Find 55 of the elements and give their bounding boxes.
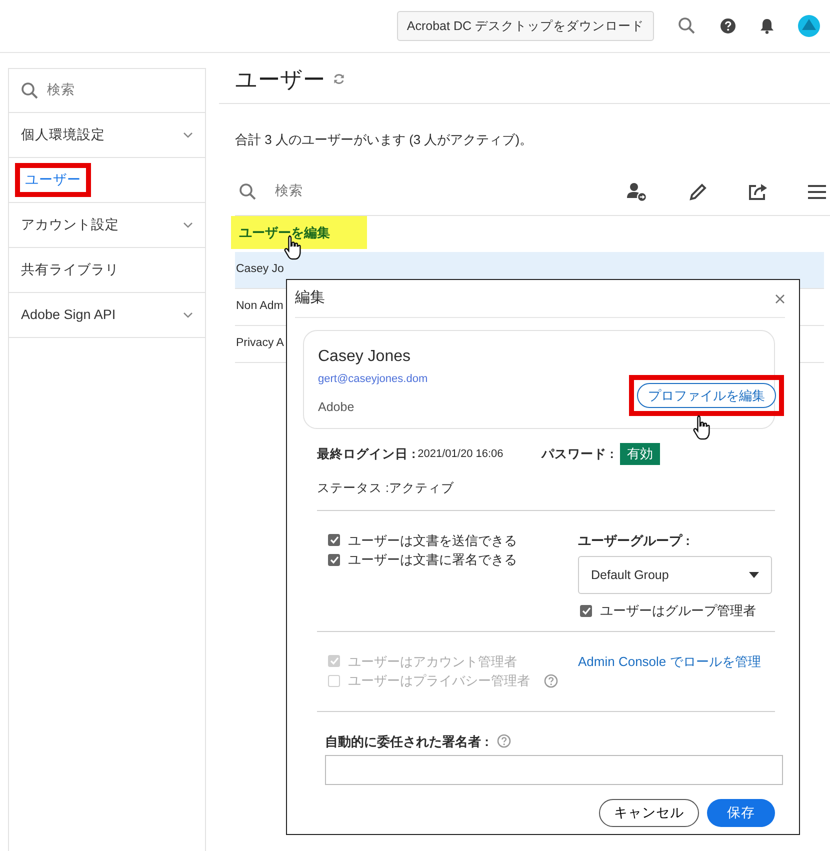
menu-icon[interactable] <box>808 184 826 200</box>
avatar-icon[interactable] <box>798 15 820 37</box>
download-button[interactable]: Acrobat DC デスクトップをダウンロード <box>396 10 654 42</box>
sidebar-item[interactable]: アカウント設定 <box>21 214 119 236</box>
checkbox[interactable] <box>328 534 340 546</box>
tooltip: ユーザーを編集 <box>231 216 367 249</box>
chevron-icon[interactable] <box>183 312 193 318</box>
field-label: 自動的に委任された署名者 : <box>325 732 489 750</box>
close-icon[interactable] <box>775 294 785 304</box>
field-label: ユーザーグループ : <box>578 532 691 550</box>
status-badge: 有効 <box>620 443 660 465</box>
checkbox-label: ユーザーは文書に署名できる <box>348 551 517 569</box>
checkbox-label: ユーザーはグループ管理者 <box>600 602 756 620</box>
dialog-title: 編集 <box>295 288 325 308</box>
cancel-button[interactable]: キャンセル <box>599 799 699 828</box>
sidebar-item[interactable]: 共有ライブラリ <box>21 260 119 280</box>
add-user-icon[interactable] <box>626 182 648 202</box>
checkbox-label: ユーザーはアカウント管理者 <box>348 652 517 670</box>
summary-text: 合計 3 人のユーザーがいます (3 人がアクティブ)。 <box>235 131 534 149</box>
table-cell-text: Privacy A <box>236 336 284 352</box>
last-login-value: 2021/01/20 16:06 <box>418 446 504 462</box>
search-icon <box>239 182 257 200</box>
sidebar-item[interactable]: ユーザー <box>15 162 91 198</box>
group-dropdown[interactable]: Default Group <box>578 556 772 594</box>
search-icon <box>21 82 39 100</box>
search-icon[interactable] <box>678 17 696 35</box>
checkbox[interactable] <box>580 604 592 617</box>
save-button[interactable]: 保存 <box>707 799 775 828</box>
field-label: 最終ログイン日 : <box>317 446 416 463</box>
help-icon[interactable] <box>720 18 736 34</box>
sidebar-item[interactable]: 個人環境設定 <box>21 124 105 146</box>
checkbox-label: ユーザーはプライバシー管理者 <box>348 672 530 690</box>
chevron-icon[interactable] <box>183 222 193 228</box>
table-cell-text: Non Adm <box>236 299 284 314</box>
table-cell-text: Casey Jo <box>236 262 284 278</box>
status-value: アクティブ <box>388 480 454 497</box>
page-title: ユーザー <box>235 66 325 94</box>
checkbox[interactable] <box>328 554 340 566</box>
field-label: パスワード : <box>541 446 614 463</box>
hand-cursor-icon <box>691 415 713 441</box>
delegate-input-field[interactable] <box>325 755 783 785</box>
pencil-icon[interactable] <box>688 182 708 202</box>
field-label: ステータス : <box>317 480 389 497</box>
refresh-icon[interactable] <box>333 73 345 85</box>
sidebar-item[interactable]: Adobe Sign API <box>21 304 116 326</box>
bell-icon[interactable] <box>760 18 774 34</box>
chevron-icon[interactable] <box>183 132 193 138</box>
caret-icon <box>749 572 759 578</box>
organization-text: Adobe <box>318 398 356 416</box>
email-link[interactable]: gert@caseyjones.dom <box>318 371 428 388</box>
share-icon[interactable] <box>748 182 768 200</box>
checkbox-label: ユーザーは文書を送信できる <box>348 532 517 550</box>
edit-profile-button[interactable]: プロファイルを編集 <box>637 382 776 408</box>
user-name: Casey Jones <box>318 347 412 367</box>
manage-roles-link[interactable]: Admin Console でロールを管理 <box>578 654 761 668</box>
